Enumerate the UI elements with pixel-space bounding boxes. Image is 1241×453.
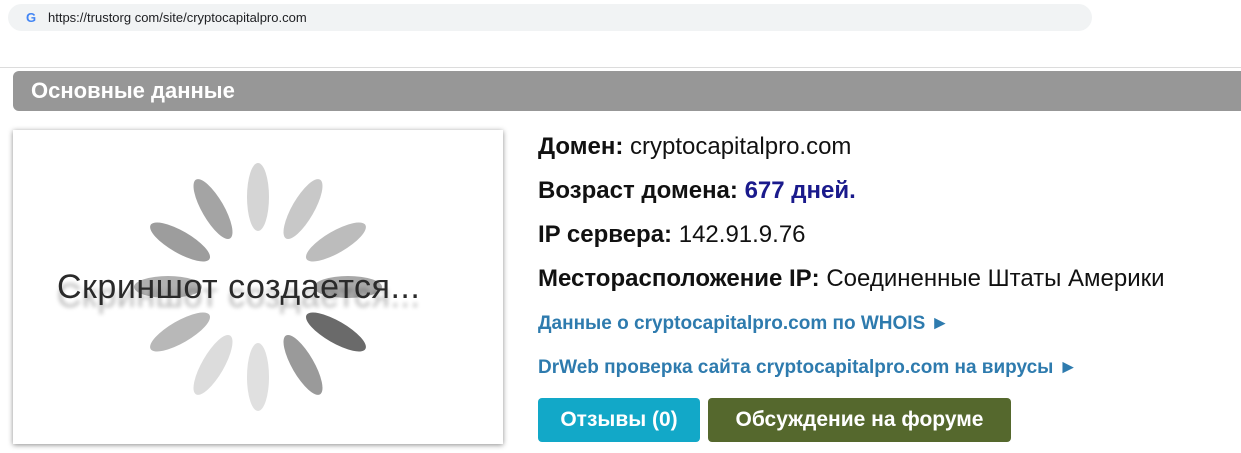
screenshot-status-text: Скриншот создается... <box>57 268 421 306</box>
google-g-icon: G <box>25 10 37 25</box>
site-screenshot-placeholder: Скриншот создается... <box>13 130 503 444</box>
whois-link[interactable]: Данные о cryptocapitalpro.com по WHOIS ► <box>538 312 949 336</box>
ip-location-value: Соединенные Штаты Америки <box>826 265 1165 292</box>
reviews-button[interactable]: Отзывы (0) <box>538 398 700 442</box>
domain-value: cryptocapitalpro.com <box>630 133 852 160</box>
url-text[interactable]: https://trustorg com/site/cryptocapitalp… <box>48 9 307 26</box>
domain-label: Домен: <box>538 133 624 160</box>
section-header: Основные данные <box>13 71 1241 111</box>
domain-age-row: Возраст домена: 677 дней. <box>538 176 856 206</box>
address-bar[interactable]: G https://trustorg com/site/cryptocapita… <box>8 4 1092 31</box>
domain-row: Домен: cryptocapitalpro.com <box>538 132 851 162</box>
section-title: Основные данные <box>31 78 235 103</box>
ip-location-label: Месторасположение IP: <box>538 265 820 292</box>
domain-age-label: Возраст домена: <box>538 177 738 204</box>
page-divider <box>0 67 1241 68</box>
server-ip-label: IP сервера: <box>538 221 673 248</box>
server-ip-row: IP сервера: 142.91.9.76 <box>538 220 806 250</box>
forum-discussion-button[interactable]: Обсуждение на форуме <box>708 398 1011 442</box>
drweb-virus-check-link[interactable]: DrWeb проверка сайта cryptocapitalpro.co… <box>538 356 1078 380</box>
server-ip-value: 142.91.9.76 <box>678 221 806 248</box>
ip-location-row: Месторасположение IP: Соединенные Штаты … <box>538 264 1165 294</box>
domain-age-value: 677 дней. <box>744 177 856 204</box>
